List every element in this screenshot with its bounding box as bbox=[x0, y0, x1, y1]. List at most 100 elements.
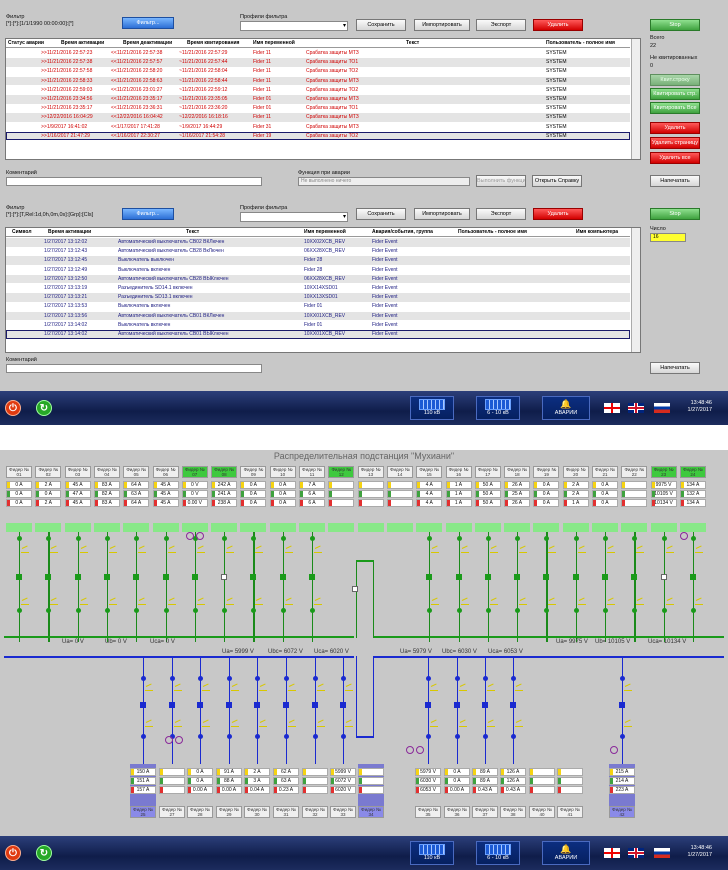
filter-button[interactable]: Фильтр... bbox=[122, 17, 174, 29]
event-row[interactable]: 1/27/2017 13:12:45 Выключатель выключен Fi… bbox=[6, 256, 630, 265]
disconnector-icon[interactable] bbox=[665, 600, 674, 605]
power-icon[interactable]: ⏻ bbox=[5, 400, 21, 416]
disconnector-icon[interactable] bbox=[515, 686, 523, 691]
disconnector-icon[interactable] bbox=[515, 722, 523, 727]
disconnector-icon[interactable] bbox=[519, 600, 528, 605]
breaker-icon[interactable] bbox=[197, 702, 203, 708]
disconnector-icon[interactable] bbox=[145, 686, 153, 691]
breaker-icon[interactable] bbox=[484, 574, 491, 580]
top-feeder[interactable]: Фидер № 08 242 A 241 A 238 A bbox=[211, 466, 238, 532]
bottom-feeder[interactable]: Фидер № 40 bbox=[529, 764, 555, 818]
disconnector-icon[interactable] bbox=[284, 600, 293, 605]
help-button[interactable]: Открыть Справку bbox=[532, 175, 582, 187]
disconnector-icon[interactable] bbox=[288, 686, 296, 691]
top-feeder[interactable]: Фидер № 10 0 A0 A0 A bbox=[269, 466, 296, 532]
quit-row-button[interactable]: Квит.строку bbox=[650, 74, 700, 86]
disconnector-icon[interactable] bbox=[226, 600, 235, 605]
bottom-feeder[interactable]: 91 A 88 A 0.00 A Фидер № 29 bbox=[216, 764, 242, 818]
top-feeder[interactable]: Фидер № 11 7 A6 A6 A bbox=[299, 466, 325, 532]
profiles-select[interactable] bbox=[240, 21, 348, 31]
bottom-feeder[interactable]: 150 A 151 A 157 A Фидер № 25 bbox=[130, 764, 156, 818]
alarm-table-scrollbar[interactable] bbox=[631, 39, 640, 159]
breaker-icon[interactable] bbox=[169, 702, 175, 708]
disconnector-icon[interactable] bbox=[694, 600, 703, 605]
top-feeder[interactable]: Фидер № 05 64 A 63 A 64 A bbox=[123, 466, 150, 532]
disconnector-icon[interactable] bbox=[431, 548, 440, 553]
breaker-icon[interactable] bbox=[602, 574, 608, 580]
disconnector-icon[interactable] bbox=[317, 686, 325, 691]
top-feeder[interactable]: Фидер № 17 50 A 50 A 50 A bbox=[474, 466, 501, 532]
alarm-row[interactable]: >>11/21/2016 23:35:17 <<11/21/2016 23:36:… bbox=[6, 104, 630, 113]
breaker-icon[interactable] bbox=[312, 702, 318, 708]
breaker-icon[interactable] bbox=[482, 702, 488, 708]
alarms-button[interactable]: 🔔 АВАРИИ bbox=[542, 396, 590, 420]
delete-all-button[interactable]: Удалить все bbox=[650, 152, 700, 164]
switch-110kv-button[interactable]: 110 кВ bbox=[410, 841, 454, 865]
refresh-icon[interactable]: ↻ bbox=[36, 845, 52, 861]
disconnector-icon[interactable] bbox=[636, 548, 645, 553]
import-button[interactable]: Импортировать bbox=[414, 19, 470, 31]
breaker-icon[interactable] bbox=[619, 702, 625, 708]
disconnector-icon[interactable] bbox=[231, 722, 239, 727]
top-feeder[interactable]: Фидер № 19 0 A0 A0 A bbox=[533, 466, 560, 532]
disconnector-icon[interactable] bbox=[202, 722, 210, 727]
event-row[interactable]: 1/27/2017 13:12:02 Автоматический выключа… bbox=[6, 238, 630, 247]
disconnector-icon[interactable] bbox=[624, 686, 632, 691]
bottom-feeder[interactable]: 0 A0 A 0.00 A Фидер № 36 bbox=[444, 764, 470, 818]
event-row[interactable]: 1/27/2017 13:14:02 Выключатель включен Fid… bbox=[6, 321, 630, 330]
print-button[interactable]: Напечатать bbox=[650, 175, 700, 187]
bottom-feeder[interactable]: 2 A3 A 0.04 A Фидер № 30 bbox=[244, 764, 270, 818]
disconnector-icon[interactable] bbox=[519, 548, 528, 553]
top-feeder[interactable]: Фидер № 01 0 A0 A0 A bbox=[6, 466, 32, 532]
disconnector-icon[interactable] bbox=[284, 548, 293, 553]
disconnector-icon[interactable] bbox=[167, 548, 176, 553]
breaker-icon[interactable] bbox=[631, 574, 638, 580]
disconnector-icon[interactable] bbox=[50, 548, 59, 553]
alarm-row[interactable]: >>11/21/2016 22:57:23 <<11/21/2016 22:57:… bbox=[6, 49, 630, 58]
top-feeder[interactable]: Фидер № 15 4 A4 A4 A bbox=[416, 466, 443, 532]
disconnector-icon[interactable] bbox=[108, 548, 117, 553]
top-feeder[interactable]: Фидер № 21 0 A0 A0 A bbox=[592, 466, 618, 532]
disconnector-icon[interactable] bbox=[489, 548, 498, 553]
flag-georgia-icon[interactable] bbox=[604, 848, 620, 858]
disconnector-icon[interactable] bbox=[196, 600, 205, 605]
delete2-button[interactable]: Удалить bbox=[533, 208, 583, 220]
breaker-icon[interactable] bbox=[572, 574, 579, 580]
disconnector-icon[interactable] bbox=[694, 548, 703, 553]
disconnector-icon[interactable] bbox=[138, 548, 147, 553]
disconnector-icon[interactable] bbox=[460, 548, 469, 553]
save2-button[interactable]: Сохранить bbox=[356, 208, 406, 220]
disconnector-icon[interactable] bbox=[231, 686, 239, 691]
quit-page-button[interactable]: Квитировать стр. bbox=[650, 88, 700, 100]
power-icon[interactable]: ⏻ bbox=[5, 845, 21, 861]
disconnector-icon[interactable] bbox=[167, 600, 176, 605]
refresh-icon[interactable]: ↻ bbox=[36, 400, 52, 416]
filter2-button[interactable]: Фильтр... bbox=[122, 208, 174, 220]
event-row[interactable]: 1/27/2017 13:13:53 Выключатель включен Fid… bbox=[6, 302, 630, 311]
disconnector-icon[interactable] bbox=[138, 600, 147, 605]
disconnector-icon[interactable] bbox=[487, 722, 495, 727]
comment2-input[interactable] bbox=[6, 364, 262, 373]
disconnector-icon[interactable] bbox=[607, 548, 615, 553]
export-button[interactable]: Экспорт bbox=[476, 19, 526, 31]
alarm-row[interactable]: >>1/16/2017 21:47:29 <<1/16/2017 22:30:27… bbox=[6, 131, 630, 141]
disconnector-icon[interactable] bbox=[459, 722, 467, 727]
disconnector-icon[interactable] bbox=[548, 548, 557, 553]
breaker-icon[interactable] bbox=[74, 574, 81, 580]
breaker-icon[interactable] bbox=[426, 574, 433, 580]
breaker-icon[interactable] bbox=[689, 574, 696, 580]
bottom-feeder[interactable]: 62 A 63 A 0.23 A Фидер № 31 bbox=[273, 764, 299, 818]
event-row[interactable]: 1/27/2017 13:13:19 Разъединитель SD14.1 в… bbox=[6, 284, 630, 293]
comment-input[interactable] bbox=[6, 177, 262, 186]
breaker-icon[interactable] bbox=[191, 574, 198, 580]
breaker-icon[interactable] bbox=[279, 574, 286, 580]
flag-uk-icon[interactable] bbox=[628, 848, 644, 858]
disconnector-icon[interactable] bbox=[288, 722, 296, 727]
disconnector-icon[interactable] bbox=[196, 548, 205, 553]
disconnector-icon[interactable] bbox=[624, 722, 632, 727]
bottom-feeder[interactable]: Фидер № 41 bbox=[557, 764, 583, 818]
breaker-icon[interactable] bbox=[510, 702, 516, 708]
disconnector-icon[interactable] bbox=[108, 600, 117, 605]
delete-row-button[interactable]: Удалить bbox=[650, 122, 700, 134]
flag-russia-icon[interactable] bbox=[654, 848, 670, 858]
